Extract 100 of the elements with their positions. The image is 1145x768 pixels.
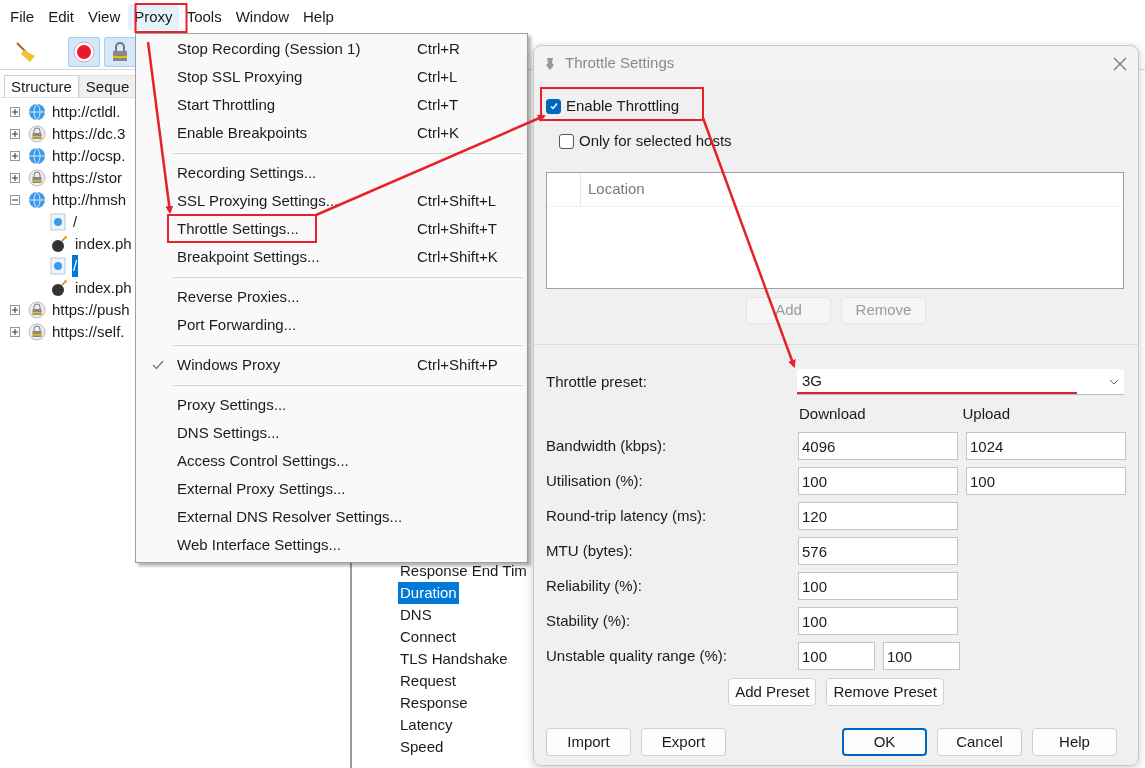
menu-item[interactable]: Breakpoint Settings... Ctrl+Shift+K [136, 243, 527, 271]
dialog-button[interactable]: Import [546, 728, 631, 756]
list-item[interactable]: Response End Tim [398, 559, 529, 583]
menu-item[interactable]: Reverse Proxies... [136, 283, 527, 311]
field-label: Bandwidth (kbps): [546, 435, 668, 456]
dialog-button[interactable]: Help [1032, 728, 1117, 756]
collapse-toggle[interactable] [10, 195, 20, 205]
tree-item[interactable]: http://ctldl. [51, 100, 122, 124]
list-item[interactable]: Response [398, 691, 470, 715]
expand-toggle[interactable] [10, 173, 20, 183]
panel-tab[interactable]: Seque [78, 75, 137, 97]
list-item[interactable]: Speed [398, 735, 446, 759]
preset-dropdown[interactable]: 3G [797, 369, 1124, 395]
lock-icon [28, 301, 46, 319]
menu-item[interactable]: Stop Recording (Session 1) Ctrl+R [136, 35, 527, 63]
tree-item[interactable]: http://hmsh [51, 188, 128, 212]
expand-toggle[interactable] [10, 129, 20, 139]
menu-item[interactable]: DNS Settings... [136, 419, 527, 447]
app-icon [545, 56, 555, 71]
tree-item[interactable]: https://dc.3 [51, 122, 127, 146]
preset-button[interactable]: Add Preset [728, 678, 817, 706]
menu-bar-item[interactable]: Help [297, 3, 340, 31]
menu-item[interactable]: SSL Proxying Settings... Ctrl+Shift+L [136, 187, 527, 215]
menu-item[interactable]: Proxy Settings... [136, 391, 527, 419]
panel-tab[interactable]: Structure [4, 75, 79, 97]
menu-bar-item[interactable]: Edit [42, 3, 81, 31]
list-item[interactable]: Connect [398, 625, 458, 649]
dialog-button[interactable]: Export [641, 728, 726, 756]
document-icon [50, 257, 66, 275]
expand-toggle[interactable] [10, 107, 20, 117]
plus-icon [12, 131, 18, 137]
tree-item[interactable]: index.ph [74, 232, 133, 256]
toolbar-button[interactable] [104, 36, 136, 67]
list-item[interactable]: DNS [398, 603, 434, 627]
input-field[interactable]: 100 [798, 607, 958, 635]
tree-item[interactable]: index.ph [74, 276, 133, 300]
input-field[interactable]: 120 [798, 502, 958, 530]
menu-item[interactable]: Enable Breakpoints Ctrl+K [136, 119, 527, 147]
list-item[interactable]: Latency [398, 713, 455, 737]
input-field[interactable]: 100 [883, 642, 960, 670]
lock-icon [28, 125, 46, 143]
plus-icon [12, 175, 18, 181]
plus-icon [12, 109, 18, 115]
input-field[interactable]: 1024 [966, 432, 1126, 460]
expand-toggle[interactable] [10, 305, 20, 315]
menu-item[interactable]: Access Control Settings... [136, 447, 527, 475]
menu-item[interactable]: Windows Proxy Ctrl+Shift+P [136, 351, 527, 379]
input-field[interactable]: 100 [798, 467, 958, 495]
highlight-frame [134, 3, 188, 33]
tree-item[interactable]: https://self. [51, 320, 126, 344]
menu-item[interactable]: External Proxy Settings... [136, 475, 527, 503]
menu-bar-item[interactable]: Window [229, 3, 295, 31]
dialog-button[interactable]: Cancel [937, 728, 1022, 756]
plus-icon [12, 153, 18, 159]
field-label: Round-trip latency (ms): [546, 505, 708, 526]
close-icon[interactable] [1113, 56, 1127, 71]
menu-item[interactable]: Throttle Settings... Ctrl+Shift+T [136, 215, 527, 243]
globe-icon [28, 191, 46, 209]
list-item[interactable]: Duration [398, 581, 459, 605]
input-field[interactable]: 4096 [798, 432, 958, 460]
field-label: Reliability (%): [546, 575, 643, 596]
tree-item[interactable]: http://ocsp. [51, 144, 127, 168]
tree-item[interactable]: https://stor [51, 166, 124, 190]
plus-icon [12, 329, 18, 335]
input-field[interactable]: 100 [966, 467, 1126, 495]
checkbox[interactable] [546, 98, 561, 114]
lock-icon [28, 169, 46, 187]
globe-icon [28, 103, 46, 121]
menu-item[interactable]: Web Interface Settings... [136, 531, 527, 559]
menu-item[interactable]: Stop SSL Proxying Ctrl+L [136, 63, 527, 91]
expand-toggle[interactable] [10, 327, 20, 337]
field-label: Unstable quality range (%): [546, 645, 728, 666]
field-label: Stability (%): [546, 610, 632, 631]
checkbox[interactable] [559, 133, 574, 149]
list-item[interactable]: TLS Handshake [398, 647, 510, 671]
list-item[interactable]: Request [398, 669, 458, 693]
input-field[interactable]: 576 [798, 537, 958, 565]
menu-item[interactable]: Port Forwarding... [136, 311, 527, 339]
column-header: Location [587, 179, 645, 200]
input-field[interactable]: 100 [798, 642, 875, 670]
padlock-icon [110, 40, 130, 63]
menu-bar-item[interactable]: Tools [180, 3, 228, 31]
tree-item[interactable]: / [72, 210, 79, 234]
menu-bar-item[interactable]: View [82, 3, 127, 31]
menu-item[interactable]: Recording Settings... [136, 159, 527, 187]
tree-item[interactable]: https://push [51, 298, 131, 322]
expand-toggle[interactable] [10, 151, 20, 161]
dialog-button[interactable]: OK [842, 728, 927, 756]
toolbar-button[interactable] [68, 36, 100, 67]
checkmark-icon [548, 101, 559, 111]
preset-button[interactable]: Remove Preset [826, 678, 944, 706]
tree-item[interactable]: / [72, 254, 79, 278]
menu-item[interactable]: External DNS Resolver Settings... [136, 503, 527, 531]
broom-icon [14, 39, 38, 64]
chevron-down-icon [1109, 378, 1119, 385]
input-field[interactable]: 100 [798, 572, 958, 600]
plus-icon [12, 307, 18, 313]
checkbox-label: Enable Throttling [566, 95, 680, 116]
menu-item[interactable]: Start Throttling Ctrl+T [136, 91, 527, 119]
menu-bar-item[interactable]: File [4, 3, 41, 31]
